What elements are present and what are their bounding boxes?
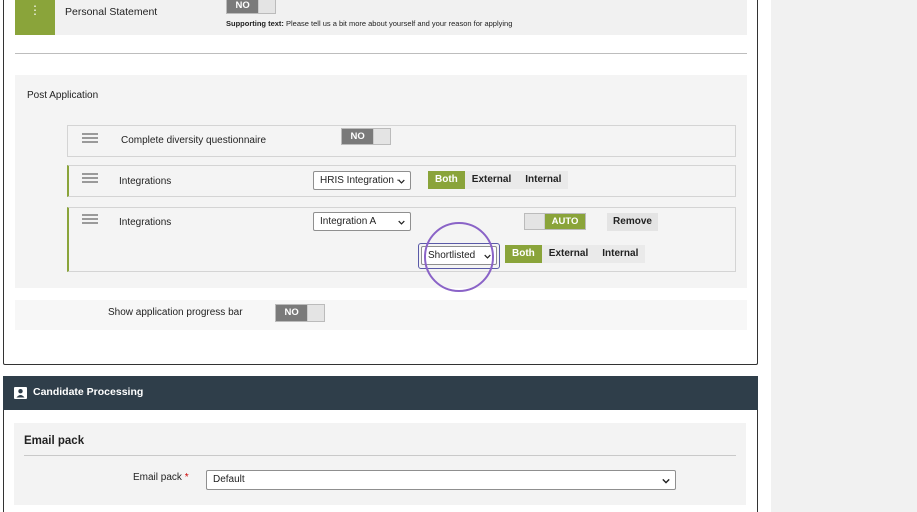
toggle-knob xyxy=(525,214,545,229)
diversity-questionnaire-toggle[interactable]: NO xyxy=(341,128,391,145)
drag-reorder-icon[interactable] xyxy=(82,133,98,147)
right-gutter xyxy=(771,0,917,512)
drag-handle-icon[interactable]: ⋮ xyxy=(15,0,55,35)
divider xyxy=(15,53,747,54)
email-pack-label: Email pack * xyxy=(133,472,189,483)
toggle-knob xyxy=(373,129,390,144)
personal-statement-label: Personal Statement xyxy=(65,6,158,18)
required-marker: * xyxy=(184,472,189,483)
integration-label: Integrations xyxy=(119,176,172,187)
toggle-knob xyxy=(307,305,324,321)
chevron-down-icon xyxy=(662,477,670,484)
audience-segmented-1: Both External Internal xyxy=(428,171,569,189)
click-highlight-circle xyxy=(424,222,494,292)
segment-external[interactable]: External xyxy=(465,171,518,189)
segment-internal[interactable]: Internal xyxy=(595,245,645,263)
divider xyxy=(24,455,736,456)
auto-toggle[interactable]: AUTO xyxy=(524,213,586,230)
progress-bar-toggle[interactable]: NO xyxy=(275,304,325,322)
chevron-down-icon xyxy=(398,178,405,185)
candidate-processing-title: Candidate Processing xyxy=(33,386,144,398)
post-application-title: Post Application xyxy=(27,90,99,101)
integration-select-1[interactable]: HRIS Integration - xyxy=(313,171,411,190)
segment-both[interactable]: Both xyxy=(428,171,465,189)
segment-both[interactable]: Both xyxy=(505,245,542,263)
email-pack-select[interactable]: Default xyxy=(206,470,676,490)
drag-reorder-icon[interactable] xyxy=(82,173,98,187)
user-icon xyxy=(14,387,27,399)
remove-button[interactable]: Remove xyxy=(607,213,658,231)
chevron-down-icon xyxy=(398,219,405,226)
segment-internal[interactable]: Internal xyxy=(518,171,568,189)
diversity-questionnaire-label: Complete diversity questionnaire xyxy=(121,135,267,146)
integration-select-2[interactable]: Integration A xyxy=(313,212,411,231)
audience-segmented-2: Both External Internal xyxy=(505,245,646,263)
email-pack-section xyxy=(14,423,746,505)
progress-bar-label: Show application progress bar xyxy=(108,307,243,318)
drag-reorder-icon[interactable] xyxy=(82,214,98,228)
email-pack-heading: Email pack xyxy=(24,435,85,447)
segment-external[interactable]: External xyxy=(542,245,595,263)
integration-label: Integrations xyxy=(119,217,172,228)
toggle-knob xyxy=(258,0,275,13)
personal-statement-toggle[interactable]: NO xyxy=(226,0,276,14)
supporting-text: Supporting text: Please tell us a bit mo… xyxy=(226,19,513,28)
